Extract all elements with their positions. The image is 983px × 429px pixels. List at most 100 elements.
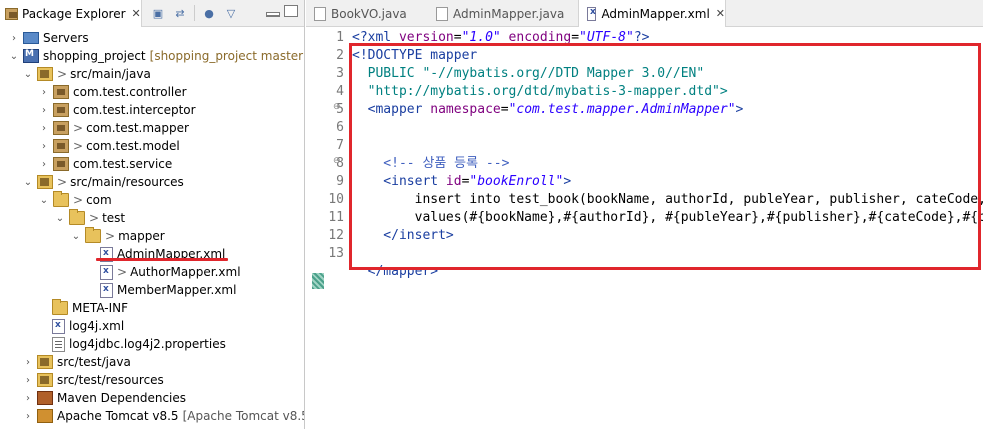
view-menu-icon[interactable]: ▽: [223, 5, 239, 21]
runtime-label: [Apache Tomcat v8.5]: [182, 409, 305, 423]
chevron-down-icon[interactable]: ⌄: [22, 177, 34, 188]
tree-item-folder-test[interactable]: ⌄ > test: [54, 209, 125, 227]
editor-tabbar: BookVO.java AdminMapper.java AdminMapper…: [306, 0, 983, 27]
link-with-editor-icon[interactable]: ⇄: [172, 5, 188, 21]
tree-item-package[interactable]: › com.test.controller: [38, 83, 187, 101]
window-controls: [266, 5, 298, 17]
fold-toggle-icon[interactable]: ⊖: [333, 156, 341, 166]
tab-adminmapper-java[interactable]: AdminMapper.java: [428, 0, 578, 27]
code-line-1: <?xml version="1.0" encoding="UTF-8"?>: [352, 29, 649, 47]
tree-item-label: shopping_project: [43, 49, 146, 63]
chevron-down-icon[interactable]: ⌄: [38, 195, 50, 206]
tab-label: AdminMapper.java: [453, 6, 565, 21]
code-token: "com.test.mapper.AdminMapper": [508, 102, 736, 117]
close-icon[interactable]: ✕: [132, 7, 141, 20]
chevron-down-icon[interactable]: ⌄: [70, 231, 82, 242]
chevron-down-icon[interactable]: ⌄: [8, 51, 20, 62]
code-line-2: <!DOCTYPE mapper: [352, 47, 477, 65]
tree-item-shopping-project[interactable]: ⌄ shopping_project [shopping_project mas…: [8, 47, 304, 65]
code-line-8: <insert id="bookEnroll">: [352, 173, 571, 191]
tree-item-package[interactable]: › com.test.interceptor: [38, 101, 196, 119]
chevron-right-icon[interactable]: ›: [22, 357, 34, 368]
chevron-right-icon[interactable]: ›: [38, 87, 50, 98]
tree-item-folder-mapper[interactable]: ⌄ > mapper: [70, 227, 165, 245]
code-token: values(#{bookName},#{authorId}, #{publeY…: [414, 210, 983, 225]
tree-item-package[interactable]: › > com.test.model: [38, 137, 180, 155]
tree-item-label: com.test.model: [86, 139, 180, 153]
tree-item-label: test: [102, 211, 126, 225]
tree-item-src-main-resources[interactable]: ⌄ > src/main/resources: [22, 173, 184, 191]
tree-item-maven-dependencies[interactable]: › Maven Dependencies: [22, 389, 186, 407]
collapse-all-icon[interactable]: ▣: [150, 5, 166, 21]
tree-item-properties-file[interactable]: log4jdbc.log4j2.properties: [52, 335, 226, 353]
tab-adminmapper-xml[interactable]: AdminMapper.xml ✕: [578, 0, 726, 27]
code-token: <!DOCTYPE mapper: [352, 48, 478, 63]
tab-bookvo-java[interactable]: BookVO.java: [306, 0, 428, 27]
minimize-icon[interactable]: [266, 12, 280, 17]
tree-item-meta-inf[interactable]: META-INF: [52, 299, 128, 317]
source-folder-icon: [37, 373, 53, 387]
explorer-tabbar: Package Explorer ✕ ▣ ⇄ ● ▽: [0, 0, 304, 27]
code-token: insert into test_book(bookName, authorId…: [414, 192, 983, 207]
tree-item-apache-tomcat[interactable]: › Apache Tomcat v8.5 [Apache Tomcat v8.5…: [22, 407, 305, 425]
fold-toggle-icon[interactable]: ⊖: [333, 102, 341, 112]
line-number: 9: [336, 174, 344, 189]
package-icon: [53, 121, 69, 135]
tree-item-src-test-resources[interactable]: › src/test/resources: [22, 371, 164, 389]
line-number: 4: [336, 84, 344, 99]
java-file-icon: [314, 6, 326, 21]
package-explorer-tab[interactable]: Package Explorer ✕: [0, 0, 142, 27]
chevron-right-icon[interactable]: ›: [38, 105, 50, 116]
line-number: 13: [328, 246, 344, 261]
code-token: "UTF-8": [579, 30, 634, 45]
tree-item-folder-com[interactable]: ⌄ > com: [38, 191, 112, 209]
code-token: namespace: [430, 102, 501, 117]
explorer-toolbar: ▣ ⇄ ● ▽: [150, 5, 239, 21]
tree-item-package[interactable]: › com.test.service: [38, 155, 172, 173]
toolbar-separator: [194, 5, 195, 21]
code-line-3: PUBLIC "-//mybatis.org//DTD Mapper 3.0//…: [352, 65, 705, 83]
maximize-icon[interactable]: [284, 5, 298, 17]
tree-item-label: log4j.xml: [69, 319, 125, 333]
folder-open-icon: [85, 227, 101, 243]
chevron-right-icon[interactable]: ›: [38, 159, 50, 170]
tree-item-servers[interactable]: › Servers: [8, 29, 89, 47]
close-icon[interactable]: ✕: [716, 7, 725, 20]
line-number: 2: [336, 48, 344, 63]
tree-item-src-main-java[interactable]: ⌄ > src/main/java: [22, 65, 151, 83]
xml-source-editor[interactable]: <?xml version="1.0" encoding="UTF-8"?> <…: [352, 28, 983, 429]
chevron-down-icon[interactable]: ⌄: [22, 69, 34, 80]
code-token: <insert: [352, 174, 446, 189]
chevron-right-icon[interactable]: ›: [38, 141, 50, 152]
line-number: 7: [336, 138, 344, 153]
code-line-5: <mapper namespace="com.test.mapper.Admin…: [352, 101, 744, 119]
tab-label: BookVO.java: [331, 6, 407, 21]
code-token: >: [735, 102, 744, 117]
code-token: <?xml: [352, 30, 399, 45]
line-number: 1: [336, 30, 344, 45]
tree-item-author-mapper-xml[interactable]: > AuthorMapper.xml: [100, 263, 241, 281]
git-change-marker: >: [73, 121, 84, 135]
code-token: <!-- 상품 등록 -->: [352, 156, 510, 171]
properties-file-icon: [52, 336, 65, 352]
tree-item-package[interactable]: › > com.test.mapper: [38, 119, 189, 137]
xml-file-icon: [100, 264, 113, 280]
chevron-right-icon[interactable]: ›: [22, 411, 34, 422]
tree-item-log4j-xml[interactable]: log4j.xml: [52, 317, 124, 335]
chevron-down-icon[interactable]: ⌄: [54, 213, 66, 224]
chevron-right-icon[interactable]: ›: [38, 123, 50, 134]
git-change-marker: >: [73, 139, 84, 153]
tree-item-src-test-java[interactable]: › src/test/java: [22, 353, 131, 371]
tree-item-label: Maven Dependencies: [57, 391, 187, 405]
focus-icon[interactable]: ●: [201, 5, 217, 21]
code-token: =: [500, 102, 509, 117]
quick-diff-marker: [312, 273, 324, 289]
library-icon: [37, 409, 53, 423]
chevron-right-icon[interactable]: ›: [22, 393, 34, 404]
chevron-right-icon[interactable]: ›: [22, 375, 34, 386]
tree-item-member-mapper-xml[interactable]: MemberMapper.xml: [100, 281, 236, 299]
tree-item-label: src/test/resources: [57, 373, 164, 387]
java-file-icon: [436, 6, 448, 21]
code-token: encoding: [500, 30, 572, 45]
chevron-right-icon[interactable]: ›: [8, 33, 20, 44]
